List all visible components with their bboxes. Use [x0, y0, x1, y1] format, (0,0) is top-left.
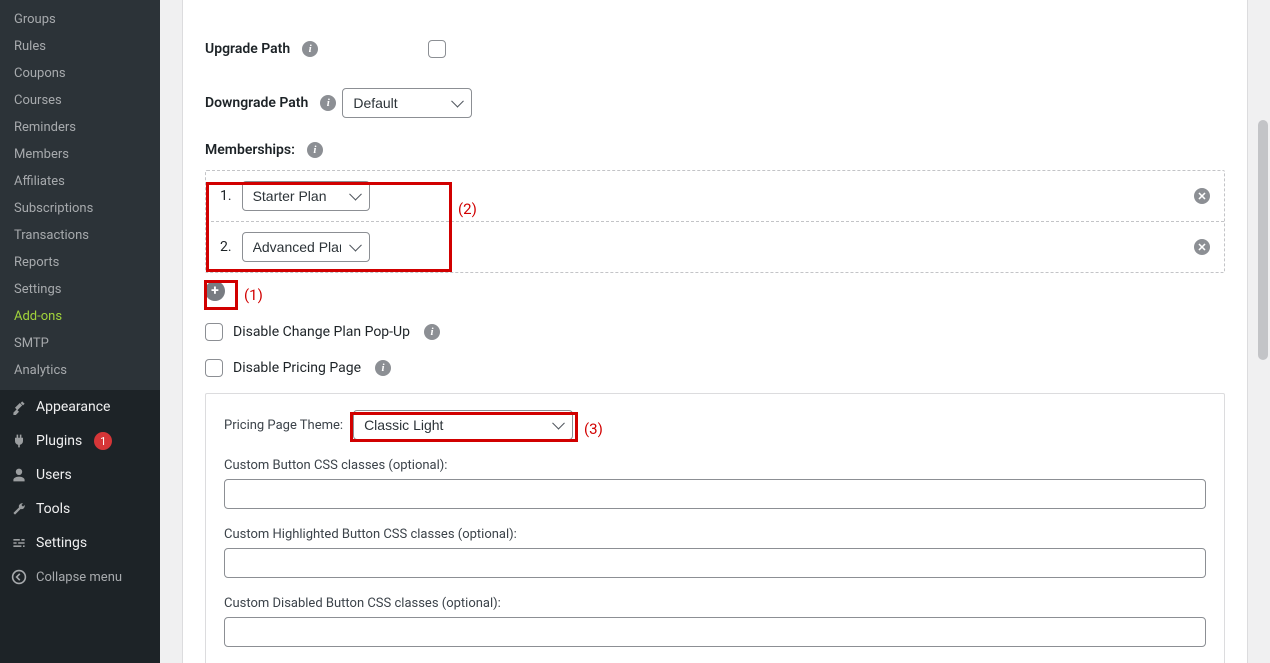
plus-icon: + — [211, 283, 219, 299]
sidebar-item-groups[interactable]: Groups — [0, 6, 160, 33]
info-icon[interactable]: i — [307, 142, 323, 158]
sidebar-label: Plugins — [36, 433, 82, 449]
sidebar-item-main-settings[interactable]: Settings — [0, 526, 160, 560]
collapse-menu-button[interactable]: Collapse menu — [0, 560, 160, 594]
disable-pricing-label: Disable Pricing Page — [233, 360, 361, 376]
membership-row[interactable]: 1. Starter Plan ✕ — [206, 171, 1224, 222]
sidebar-submenu: Groups Rules Coupons Courses Reminders M… — [0, 0, 160, 390]
disable-popup-checkbox[interactable] — [205, 323, 223, 341]
info-icon[interactable]: i — [375, 360, 391, 376]
admin-sidebar: Groups Rules Coupons Courses Reminders M… — [0, 0, 160, 663]
pricing-page-box: Pricing Page Theme: Classic Light Custom… — [205, 393, 1225, 663]
sidebar-label: Appearance — [36, 399, 110, 415]
memberships-header-row: Memberships: i — [183, 118, 1247, 158]
downgrade-path-select[interactable]: Default — [342, 88, 472, 118]
custom-button-css-row: Custom Button CSS classes (optional): — [224, 458, 1206, 509]
custom-disabled-button-css-label: Custom Disabled Button CSS classes (opti… — [224, 596, 1206, 611]
downgrade-path-label: Downgrade Path — [205, 95, 308, 111]
disable-pricing-row: Disable Pricing Page i — [205, 359, 1225, 377]
sidebar-item-rules[interactable]: Rules — [0, 33, 160, 60]
pricing-theme-select[interactable]: Classic Light — [353, 410, 573, 440]
custom-disabled-button-css-input[interactable] — [224, 617, 1206, 647]
membership-number: 1. — [220, 188, 232, 204]
sidebar-item-affiliates[interactable]: Affiliates — [0, 168, 160, 195]
sidebar-item-reminders[interactable]: Reminders — [0, 114, 160, 141]
membership-select[interactable]: Advanced Plan — [242, 232, 370, 262]
disable-popup-row: Disable Change Plan Pop-Up i — [205, 323, 1225, 341]
downgrade-path-row: Downgrade Path i Default — [183, 58, 1247, 118]
close-icon: ✕ — [1197, 190, 1206, 203]
brush-icon — [10, 398, 28, 416]
info-icon[interactable]: i — [424, 324, 440, 340]
sidebar-item-transactions[interactable]: Transactions — [0, 222, 160, 249]
sidebar-item-settings[interactable]: Settings — [0, 276, 160, 303]
sidebar-label: Users — [36, 467, 72, 483]
delete-membership-button[interactable]: ✕ — [1194, 239, 1210, 255]
user-icon — [10, 466, 28, 484]
close-icon: ✕ — [1197, 241, 1206, 254]
pricing-theme-select-wrap: Classic Light — [353, 410, 573, 440]
membership-row[interactable]: 2. Advanced Plan ✕ — [206, 222, 1224, 272]
custom-highlighted-button-css-label: Custom Highlighted Button CSS classes (o… — [224, 527, 1206, 542]
add-membership-button[interactable]: + — [205, 281, 225, 301]
memberships-label: Memberships: — [205, 142, 295, 158]
sidebar-item-addons[interactable]: Add-ons — [0, 303, 160, 330]
update-badge: 1 — [94, 432, 112, 450]
add-membership-row: + — [205, 281, 1225, 301]
membership-number: 2. — [220, 239, 232, 255]
custom-highlighted-button-css-input[interactable] — [224, 548, 1206, 578]
info-icon[interactable]: i — [302, 41, 318, 57]
sidebar-item-members[interactable]: Members — [0, 141, 160, 168]
content-area: Upgrade Path i Downgrade Path i Default … — [160, 0, 1270, 663]
sidebar-item-analytics[interactable]: Analytics — [0, 357, 160, 384]
sidebar-main-menu: Appearance Plugins 1 Users Tools Setti — [0, 390, 160, 560]
downgrade-path-select-wrap: Default — [342, 88, 472, 118]
pricing-theme-row: Pricing Page Theme: Classic Light — [224, 410, 1206, 440]
upgrade-path-checkbox[interactable] — [428, 40, 446, 58]
plug-icon — [10, 432, 28, 450]
disable-pricing-checkbox[interactable] — [205, 359, 223, 377]
sidebar-label: Tools — [36, 501, 70, 517]
sidebar-item-users[interactable]: Users — [0, 458, 160, 492]
sidebar-label: Settings — [36, 535, 87, 551]
collapse-label: Collapse menu — [36, 570, 122, 585]
sidebar-item-plugins[interactable]: Plugins 1 — [0, 424, 160, 458]
membership-select[interactable]: Starter Plan — [242, 181, 370, 211]
wrench-icon — [10, 500, 28, 518]
upgrade-path-row: Upgrade Path i — [183, 28, 1247, 58]
sidebar-item-reports[interactable]: Reports — [0, 249, 160, 276]
membership-select-wrap: Advanced Plan — [242, 232, 370, 262]
custom-button-css-input[interactable] — [224, 479, 1206, 509]
custom-highlighted-button-css-row: Custom Highlighted Button CSS classes (o… — [224, 527, 1206, 578]
membership-select-wrap: Starter Plan — [242, 181, 370, 211]
disable-popup-label: Disable Change Plan Pop-Up — [233, 324, 410, 340]
memberships-list: 1. Starter Plan ✕ 2. Advanced Plan — [205, 170, 1225, 273]
pricing-theme-label: Pricing Page Theme: — [224, 418, 343, 433]
vertical-scrollbar[interactable] — [1256, 0, 1270, 663]
sliders-icon — [10, 534, 28, 552]
sidebar-item-subscriptions[interactable]: Subscriptions — [0, 195, 160, 222]
delete-membership-button[interactable]: ✕ — [1194, 188, 1210, 204]
custom-button-css-label: Custom Button CSS classes (optional): — [224, 458, 1206, 473]
upgrade-path-label: Upgrade Path — [205, 41, 290, 57]
sidebar-item-smtp[interactable]: SMTP — [0, 330, 160, 357]
sidebar-item-appearance[interactable]: Appearance — [0, 390, 160, 424]
collapse-icon — [10, 568, 28, 586]
sidebar-item-courses[interactable]: Courses — [0, 87, 160, 114]
settings-panel: Upgrade Path i Downgrade Path i Default … — [182, 0, 1248, 663]
custom-disabled-button-css-row: Custom Disabled Button CSS classes (opti… — [224, 596, 1206, 647]
scrollbar-thumb[interactable] — [1258, 120, 1268, 360]
sidebar-item-tools[interactable]: Tools — [0, 492, 160, 526]
sidebar-item-coupons[interactable]: Coupons — [0, 60, 160, 87]
info-icon[interactable]: i — [320, 95, 336, 111]
